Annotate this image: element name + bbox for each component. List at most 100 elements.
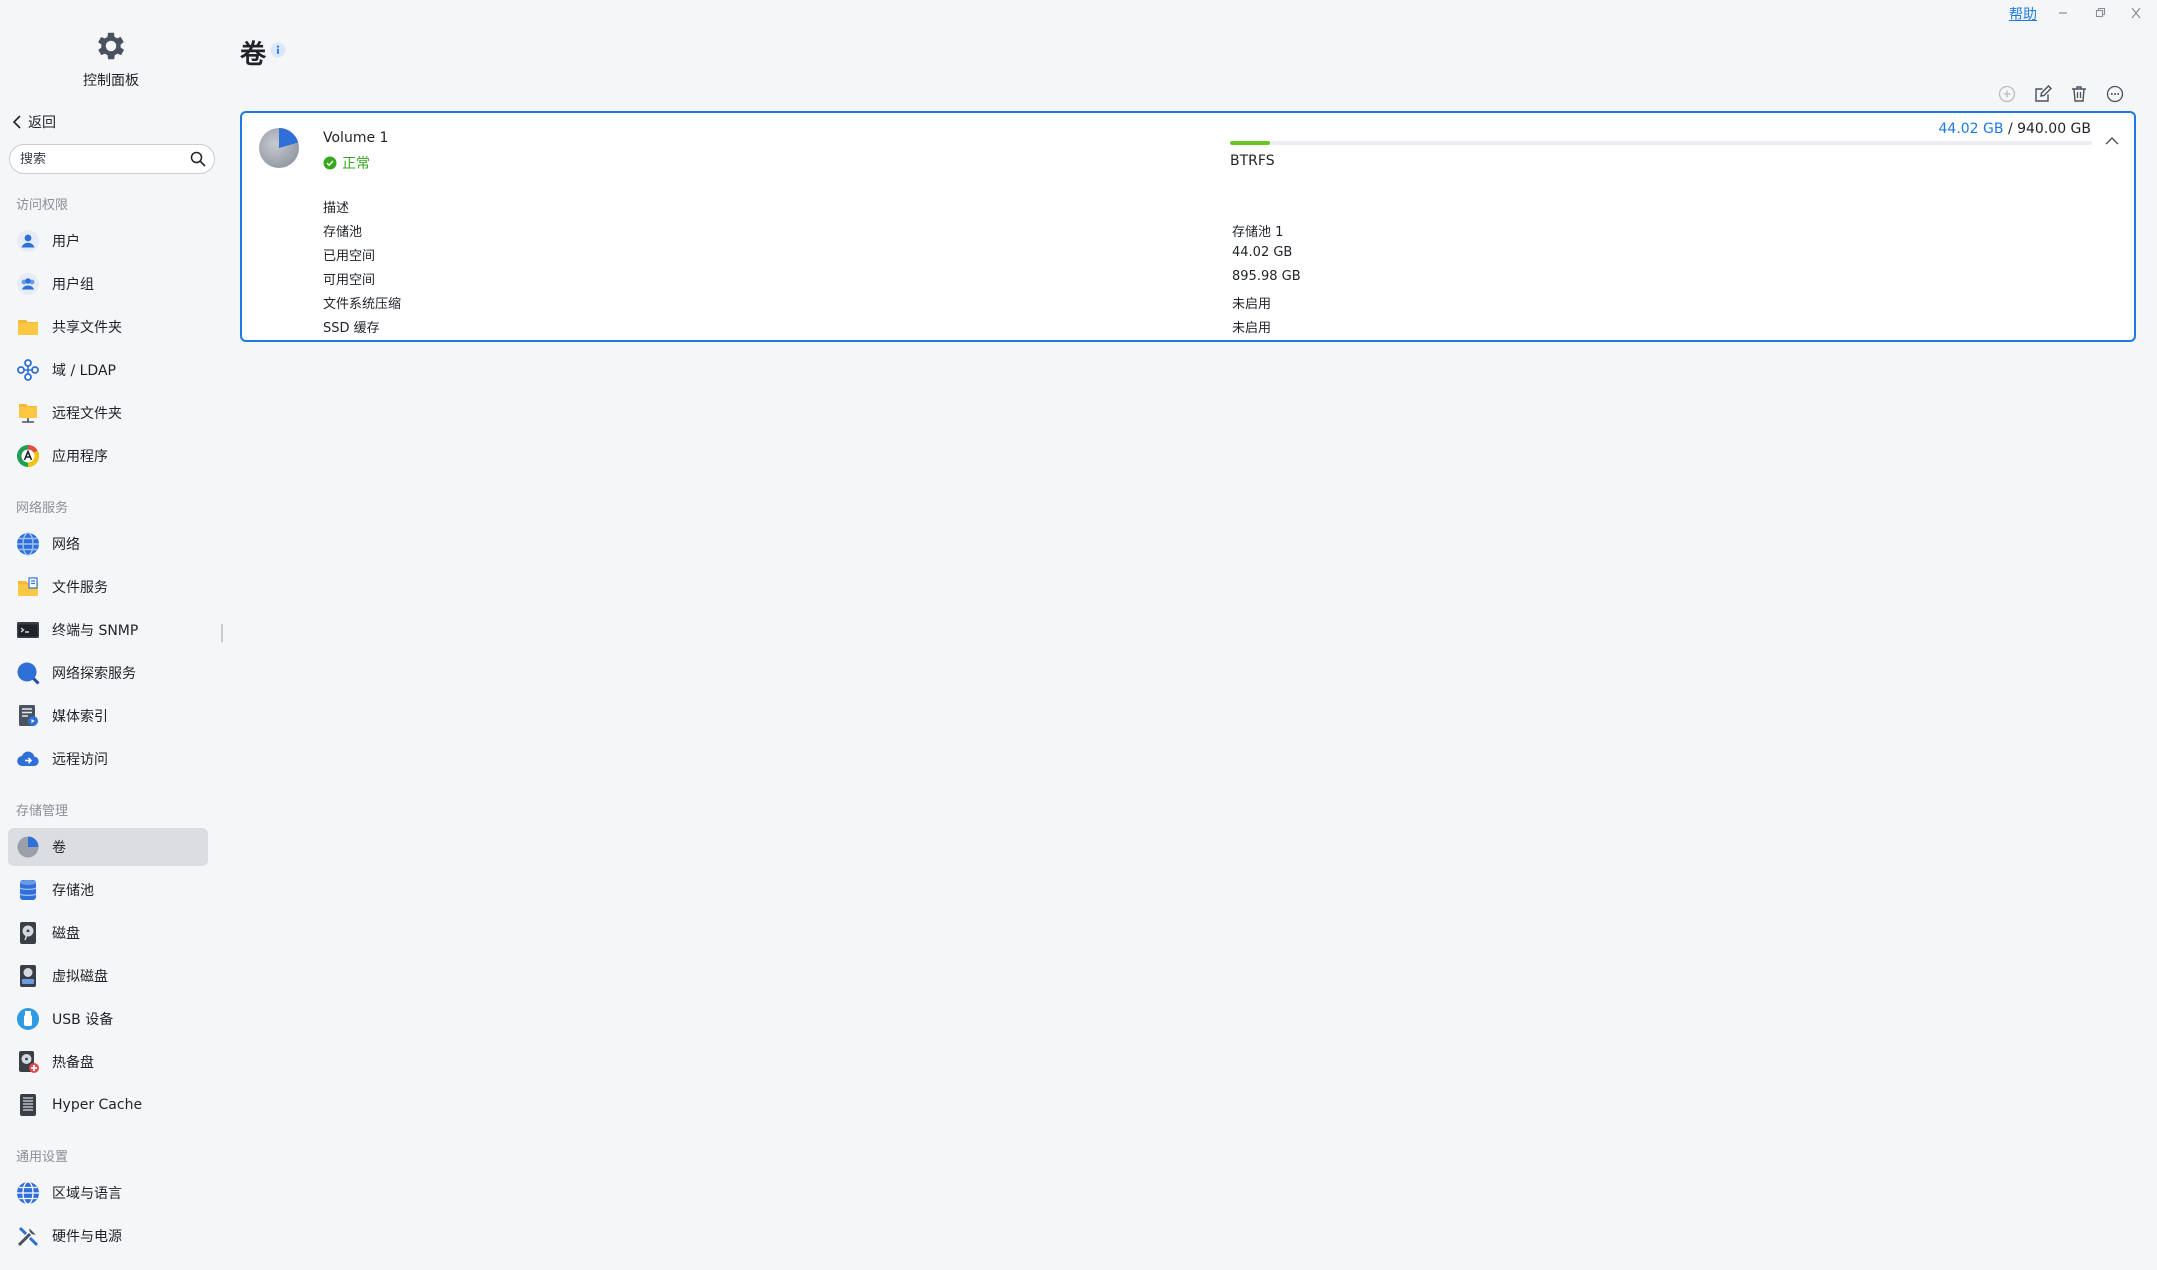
total-space-value: 940.00 GB bbox=[2017, 121, 2091, 137]
hardware-power-icon bbox=[17, 1226, 39, 1247]
virtual-disk-icon bbox=[20, 965, 36, 987]
search-box bbox=[9, 144, 215, 174]
filesystem-type: BTRFS bbox=[1230, 153, 1275, 169]
sidebar-item-label: 虚拟磁盘 bbox=[52, 969, 108, 985]
sidebar-item-label: 终端与 SNMP bbox=[52, 623, 139, 639]
app-title: 控制面板 bbox=[83, 73, 139, 89]
sidebar-item-network-discovery[interactable]: 网络探索服务 bbox=[8, 654, 208, 692]
sidebar-item-shared-folder[interactable]: 共享文件夹 bbox=[8, 308, 208, 346]
media-index-icon bbox=[19, 705, 38, 726]
sidebar-resize-handle[interactable] bbox=[221, 624, 223, 642]
info-icon[interactable] bbox=[270, 42, 286, 58]
disk-icon bbox=[20, 922, 36, 944]
sidebar-item-hot-spare[interactable]: 热备盘 bbox=[8, 1043, 208, 1081]
sidebar-item-label: 用户 bbox=[52, 234, 80, 250]
detail-value: 895.98 GB bbox=[1232, 269, 1301, 284]
sidebar-item-user-group[interactable]: 用户组 bbox=[8, 265, 208, 303]
detail-value: 未启用 bbox=[1232, 297, 1272, 312]
sidebar-item-hyper-cache[interactable]: Hyper Cache bbox=[8, 1086, 208, 1124]
used-space-value: 44.02 GB bbox=[1938, 121, 2004, 137]
sidebar-item-label: 文件服务 bbox=[52, 580, 108, 596]
volume-name: Volume 1 bbox=[323, 130, 389, 146]
minimize-icon[interactable] bbox=[2053, 4, 2073, 22]
sidebar-item-virtual-disk[interactable]: 虚拟磁盘 bbox=[8, 957, 208, 995]
delete-icon[interactable] bbox=[2069, 84, 2089, 104]
app-header: 控制面板 bbox=[0, 28, 222, 90]
help-link[interactable]: 帮助 bbox=[2009, 4, 2037, 24]
volume-pie-icon bbox=[259, 128, 299, 168]
application-icon bbox=[17, 445, 39, 467]
network-globe-icon bbox=[17, 532, 39, 556]
sidebar-item-label: 用户组 bbox=[52, 277, 94, 293]
detail-label: 可用空间 bbox=[323, 273, 376, 288]
sidebar-item-volume[interactable]: 卷 bbox=[8, 828, 208, 866]
gear-icon bbox=[98, 32, 125, 60]
sidebar-item-disk[interactable]: 磁盘 bbox=[8, 914, 208, 952]
section-label-general: 通用设置 bbox=[16, 1150, 69, 1165]
volume-card[interactable]: Volume 1 正常 44.02 GB / 940.00 GB BTRFS 描… bbox=[240, 111, 2136, 342]
detail-value: 存储池 1 bbox=[1232, 225, 1284, 240]
remote-folder-icon bbox=[19, 404, 37, 423]
detail-row-used-space: 已用空间 44.02 GB bbox=[323, 245, 2103, 269]
sidebar-item-hardware-power[interactable]: 硬件与电源 bbox=[8, 1217, 208, 1255]
sidebar-item-user[interactable]: 用户 bbox=[8, 222, 208, 260]
close-icon[interactable] bbox=[2126, 4, 2146, 22]
sidebar-item-terminal-snmp[interactable]: 终端与 SNMP bbox=[8, 611, 208, 649]
sidebar-item-label: 网络 bbox=[52, 537, 80, 553]
storage-pool-icon bbox=[19, 880, 37, 900]
check-circle-icon bbox=[323, 156, 337, 170]
sidebar-item-label: 区域与语言 bbox=[52, 1186, 122, 1202]
sidebar: 控制面板 返回 访问权限 用户 用户组 bbox=[0, 0, 222, 1270]
usage-text: 44.02 GB / 940.00 GB bbox=[1939, 121, 2092, 137]
sidebar-item-label: 应用程序 bbox=[52, 449, 108, 465]
remote-access-icon bbox=[17, 751, 39, 767]
sidebar-item-usb-device[interactable]: USB 设备 bbox=[8, 1000, 208, 1038]
sidebar-item-region-language[interactable]: 区域与语言 bbox=[8, 1174, 208, 1212]
sidebar-item-label: 卷 bbox=[52, 840, 66, 856]
volume-pie-icon bbox=[17, 836, 39, 858]
back-button[interactable]: 返回 bbox=[12, 112, 56, 132]
search-input[interactable] bbox=[20, 151, 190, 167]
section-label-storage: 存储管理 bbox=[16, 804, 69, 819]
section-label-network: 网络服务 bbox=[16, 501, 69, 516]
hot-spare-icon bbox=[19, 1051, 39, 1073]
sidebar-item-application[interactable]: 应用程序 bbox=[8, 437, 208, 475]
add-icon[interactable] bbox=[1997, 84, 2017, 104]
usage-progress-fill bbox=[1230, 141, 1271, 145]
back-label: 返回 bbox=[28, 115, 56, 131]
usage-progress-bar bbox=[1230, 141, 2092, 145]
detail-label: 已用空间 bbox=[323, 249, 376, 264]
sidebar-item-label: 硬件与电源 bbox=[52, 1229, 122, 1245]
sidebar-item-media-index[interactable]: 媒体索引 bbox=[8, 697, 208, 735]
shared-folder-icon bbox=[18, 320, 38, 335]
sidebar-item-file-service[interactable]: 文件服务 bbox=[8, 568, 208, 606]
hyper-cache-icon bbox=[20, 1094, 36, 1116]
sidebar-item-domain-ldap[interactable]: 域 / LDAP bbox=[8, 351, 208, 389]
sidebar-item-label: 媒体索引 bbox=[52, 709, 108, 725]
sidebar-item-remote-folder[interactable]: 远程文件夹 bbox=[8, 394, 208, 432]
chevron-left-icon bbox=[12, 115, 21, 129]
edit-icon[interactable] bbox=[2033, 84, 2053, 104]
detail-value: 44.02 GB bbox=[1232, 245, 1293, 260]
search-icon[interactable] bbox=[190, 151, 206, 167]
chevron-up-icon[interactable] bbox=[2104, 133, 2120, 149]
section-label-access: 访问权限 bbox=[16, 198, 69, 213]
detail-row-ssd-cache: SSD 缓存 未启用 bbox=[323, 317, 2103, 341]
sidebar-item-label: USB 设备 bbox=[52, 1012, 114, 1028]
user-icon bbox=[17, 230, 39, 252]
usb-device-icon bbox=[17, 1008, 39, 1030]
status-label: 正常 bbox=[342, 156, 370, 172]
sidebar-item-storage-pool[interactable]: 存储池 bbox=[8, 871, 208, 909]
sidebar-item-label: 网络探索服务 bbox=[52, 666, 136, 682]
detail-row-free-space: 可用空间 895.98 GB bbox=[323, 269, 2103, 293]
volume-status: 正常 bbox=[323, 153, 370, 173]
more-icon[interactable] bbox=[2105, 84, 2125, 104]
detail-label: 描述 bbox=[323, 201, 350, 216]
restore-icon[interactable] bbox=[2090, 4, 2110, 22]
sidebar-item-label: Hyper Cache bbox=[52, 1097, 143, 1113]
region-language-icon bbox=[17, 1181, 39, 1205]
sidebar-item-remote-access[interactable]: 远程访问 bbox=[8, 740, 208, 778]
page-title: 卷 bbox=[240, 40, 267, 70]
terminal-icon bbox=[17, 622, 39, 638]
sidebar-item-network[interactable]: 网络 bbox=[8, 525, 208, 563]
